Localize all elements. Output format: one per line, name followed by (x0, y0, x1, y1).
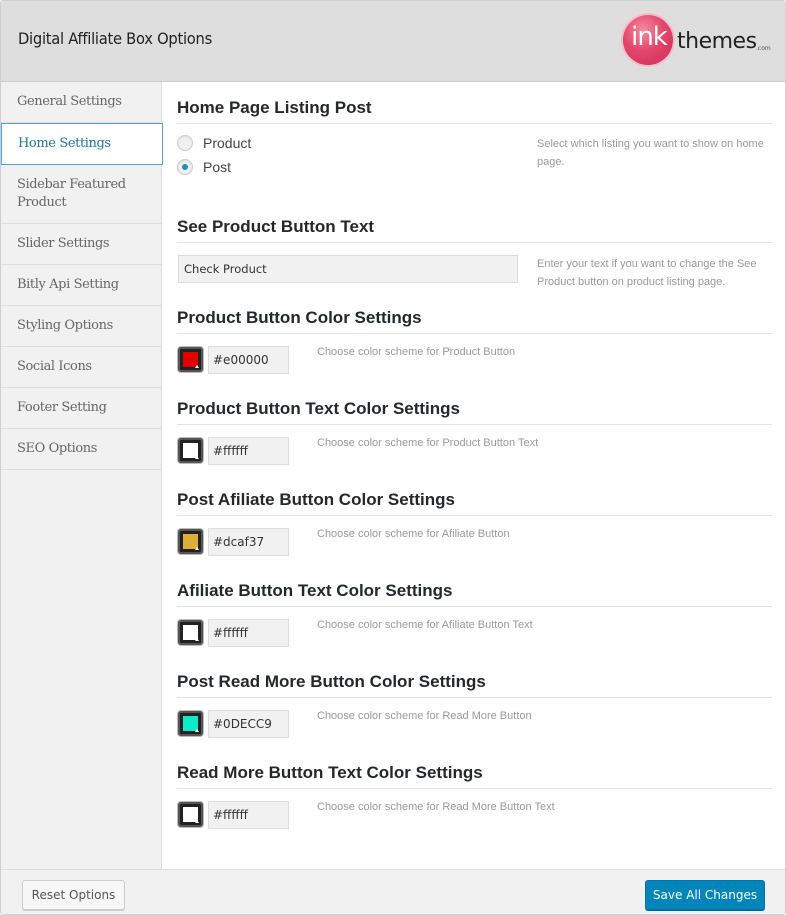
radio-post[interactable] (177, 159, 193, 175)
radio-label[interactable]: Product (203, 135, 251, 151)
radio-product[interactable] (177, 135, 193, 151)
logo-com-text: .com (756, 45, 771, 52)
picker-arrow-icon (195, 547, 199, 550)
picker-arrow-icon (195, 638, 199, 641)
sidebar-item-seo-options[interactable]: SEO Options (1, 429, 162, 470)
color-hex-input[interactable]: #ffffff (208, 801, 289, 829)
color-hex-input[interactable]: #0DECC9 (208, 710, 289, 738)
logo-ink-text: ink (631, 22, 668, 52)
color-hex-input[interactable]: #dcaf37 (208, 528, 289, 556)
section-title: Product Button Text Color Settings (177, 399, 772, 425)
picker-arrow-icon (195, 729, 199, 732)
field-description: Choose color scheme for Product Button (317, 346, 516, 358)
color-hex-input[interactable]: #ffffff (208, 619, 289, 647)
field-description: Choose color scheme for Afiliate Button … (317, 619, 533, 631)
section-title: See Product Button Text (177, 217, 772, 243)
sidebar-item-footer-setting[interactable]: Footer Setting (1, 388, 162, 429)
inkthemes-logo: ink themes .com (623, 15, 773, 65)
color-picker-swatch[interactable] (178, 347, 203, 372)
radio-option-post[interactable]: Post (177, 157, 231, 177)
section-title: Afiliate Button Text Color Settings (177, 581, 772, 607)
sidebar-item-general-settings[interactable]: General Settings (1, 82, 162, 123)
field-description: Choose color scheme for Afiliate Button (317, 528, 510, 540)
sidebar-item-bitly-api-setting[interactable]: Bitly Api Setting (1, 265, 162, 306)
reset-options-button[interactable]: Reset Options (22, 880, 125, 910)
color-picker-swatch[interactable] (178, 802, 203, 827)
sidebar-item-slider-settings[interactable]: Slider Settings (1, 224, 162, 265)
color-picker-swatch[interactable] (178, 438, 203, 463)
color-setting-section: Post Afiliate Button Color Settings #dca… (177, 490, 772, 560)
sidebar: General Settings Home Settings Sidebar F… (1, 82, 163, 869)
picker-arrow-icon (195, 365, 199, 368)
field-description: Choose color scheme for Read More Button… (317, 801, 555, 813)
sidebar-item-social-icons[interactable]: Social Icons (1, 347, 162, 388)
field-description: Select which listing you want to show on… (537, 138, 764, 168)
see-product-text-input[interactable]: Check Product (178, 255, 518, 283)
color-setting-section: Read More Button Text Color Settings #ff… (177, 763, 772, 833)
listing-section: Home Page Listing Post Product Post Sele… (177, 98, 772, 188)
logo-themes-text: themes (677, 29, 757, 54)
field-description: Choose color scheme for Product Button T… (317, 437, 539, 449)
picker-arrow-icon (195, 820, 199, 823)
sidebar-item-home-settings[interactable]: Home Settings (1, 123, 163, 165)
color-setting-section: Product Button Text Color Settings #ffff… (177, 399, 772, 469)
section-title: Post Afiliate Button Color Settings (177, 490, 772, 516)
color-setting-section: Product Button Color Settings #e00000 Ch… (177, 308, 772, 378)
color-hex-input[interactable]: #ffffff (208, 437, 289, 465)
section-title: Home Page Listing Post (177, 98, 772, 124)
color-setting-section: Afiliate Button Text Color Settings #fff… (177, 581, 772, 651)
sidebar-item-sidebar-featured-product[interactable]: Sidebar Featured Product (1, 165, 162, 224)
page-title: Digital Affiliate Box Options (18, 29, 212, 48)
radio-label[interactable]: Post (203, 159, 231, 175)
color-picker-swatch[interactable] (178, 529, 203, 554)
color-picker-swatch[interactable] (178, 711, 203, 736)
color-setting-section: Post Read More Button Color Settings #0D… (177, 672, 772, 742)
main-content: Home Page Listing Post Product Post Sele… (162, 82, 785, 869)
section-title: Product Button Color Settings (177, 308, 772, 334)
picker-arrow-icon (195, 456, 199, 459)
field-description: Enter your text if you want to change th… (537, 258, 757, 288)
color-picker-swatch[interactable] (178, 620, 203, 645)
color-hex-input[interactable]: #e00000 (208, 346, 289, 374)
options-panel: Digital Affiliate Box Options ink themes… (0, 0, 786, 915)
sidebar-item-styling-options[interactable]: Styling Options (1, 306, 162, 347)
header: Digital Affiliate Box Options ink themes… (1, 1, 785, 82)
section-title: Read More Button Text Color Settings (177, 763, 772, 789)
footer: Reset Options Save All Changes (1, 869, 785, 914)
see-product-section: See Product Button Text Check Product En… (177, 217, 772, 297)
section-title: Post Read More Button Color Settings (177, 672, 772, 698)
radio-option-product[interactable]: Product (177, 133, 251, 153)
save-all-changes-button[interactable]: Save All Changes (645, 880, 765, 910)
field-description: Choose color scheme for Read More Button (317, 710, 532, 722)
